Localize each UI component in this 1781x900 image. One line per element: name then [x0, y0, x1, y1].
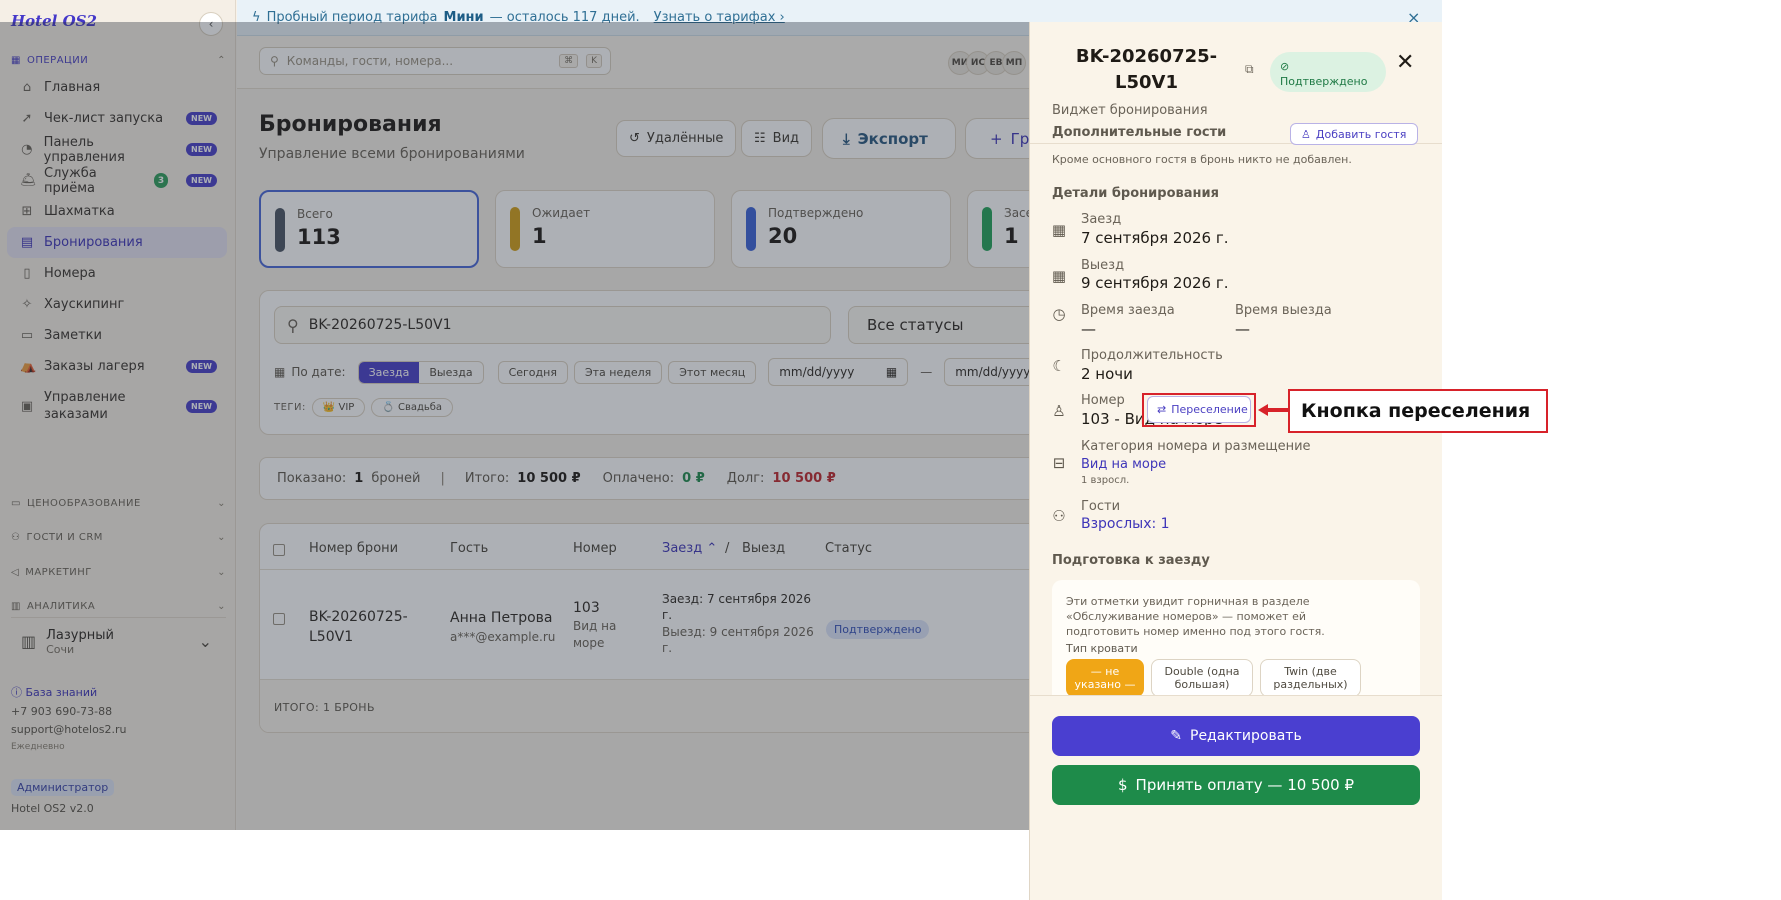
button-label: Добавить гостя	[1315, 127, 1407, 141]
prep-description: Эти отметки увидит горничная в разделе «…	[1066, 595, 1325, 638]
category-link[interactable]: Вид на море	[1081, 457, 1166, 472]
edit-button[interactable]: ✎ Редактировать	[1052, 716, 1420, 756]
moon-icon: ☾	[1052, 357, 1066, 375]
duration-value: 2 ночи	[1081, 365, 1133, 383]
extra-guests-note: Кроме основного гостя в бронь никто не д…	[1052, 153, 1352, 166]
bed-icon: ⊟	[1052, 454, 1066, 472]
clock-icon: ◷	[1052, 305, 1066, 323]
bed-option-double[interactable]: Double (одна большая)	[1151, 659, 1253, 697]
prep-heading: Подготовка к заезду	[1052, 553, 1210, 568]
edit-icon: ✎	[1170, 728, 1182, 744]
extra-guests-heading: Дополнительные гости	[1052, 125, 1227, 140]
annotation-label: Кнопка переселения	[1288, 389, 1548, 433]
bed-option-twin[interactable]: Twin (две раздельных)	[1260, 659, 1361, 697]
annotation-arrow	[1258, 404, 1288, 416]
drawer-footer: ✎ Редактировать $ Принять оплату — 10 500 …	[1030, 695, 1442, 900]
user-icon: ♙	[1301, 127, 1311, 141]
checkout-time-label: Время выезда	[1235, 303, 1332, 318]
category-label: Категория номера и размещение	[1081, 439, 1311, 454]
close-icon[interactable]: ✕	[1396, 50, 1414, 75]
checkout-value: 9 сентября 2026 г.	[1081, 274, 1229, 292]
button-label: Принять оплату — 10 500 ₽	[1135, 776, 1354, 794]
users-icon: ⚇	[1052, 507, 1066, 525]
bed-option-none[interactable]: — не указано —	[1066, 659, 1144, 697]
user-icon: ♙	[1052, 402, 1066, 420]
drawer-title: BK-20260725-L50V1	[1075, 46, 1218, 93]
duration-label: Продолжительность	[1081, 348, 1223, 363]
booking-drawer: BK-20260725-L50V1 ⧉ ⊘ Подтверждено ✕ Видж…	[1029, 22, 1442, 900]
annotation-highlight	[1142, 393, 1256, 427]
checkin-label: Заезд	[1081, 212, 1122, 227]
guests-label: Гости	[1081, 499, 1121, 514]
details-heading: Детали бронирования	[1052, 186, 1219, 201]
checkin-value: 7 сентября 2026 г.	[1081, 229, 1229, 247]
occupancy-note: 1 взросл.	[1081, 475, 1130, 486]
status-text: Подтверждено	[1280, 75, 1368, 88]
calendar-icon: ▦	[1051, 267, 1067, 285]
guests-link[interactable]: Взрослых: 1	[1081, 516, 1170, 532]
status-badge: ⊘ Подтверждено	[1270, 52, 1386, 92]
accept-payment-button[interactable]: $ Принять оплату — 10 500 ₽	[1052, 765, 1420, 805]
dollar-icon: $	[1118, 776, 1128, 794]
check-circle-icon: ⊘	[1280, 60, 1290, 73]
button-label: Редактировать	[1190, 728, 1302, 744]
checkin-time-value: —	[1081, 320, 1096, 338]
room-label: Номер	[1081, 393, 1125, 408]
drawer-subtitle: Виджет бронирования	[1052, 103, 1208, 118]
modal-backdrop[interactable]	[0, 22, 1029, 830]
copy-icon[interactable]: ⧉	[1245, 62, 1254, 77]
checkin-time-label: Время заезда	[1081, 303, 1175, 318]
calendar-icon: ▦	[1051, 221, 1067, 239]
checkout-label: Выезд	[1081, 258, 1125, 273]
bed-type-label: Тип кровати	[1066, 642, 1138, 655]
add-guest-button[interactable]: ♙ Добавить гостя	[1290, 123, 1418, 145]
checkout-time-value: —	[1235, 320, 1250, 338]
